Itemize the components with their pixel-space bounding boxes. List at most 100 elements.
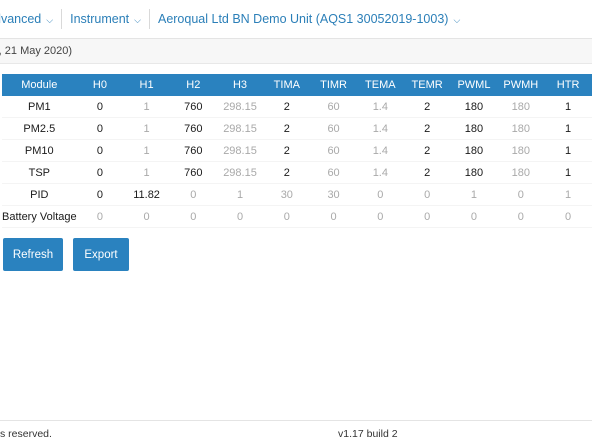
table-cell: 1 [123,117,170,140]
table-cell: 180 [450,96,498,118]
table-cell: 1.4 [356,161,404,184]
table-cell: 2 [403,139,451,162]
table-cell: 60 [310,117,357,140]
copyright-text: s reserved. [0,428,52,440]
table-cell: 60 [310,96,357,118]
table-cell: 60 [310,139,357,162]
nav-unit-selector[interactable]: Aeroqual Ltd BN Demo Unit (AQS1 30052019… [150,9,468,29]
date-bar: y, 21 May 2020) [0,39,592,64]
table-cell: 1 [123,139,170,162]
column-header: H1 [123,74,170,96]
table-cell: 0 [76,161,124,184]
table-cell: 760 [169,139,217,162]
table-cell: 760 [169,117,217,140]
nav-advanced-label: dvanced [0,12,42,26]
table-cell: 2 [403,117,451,140]
table-cell: 1 [544,96,592,118]
table-cell: 298.15 [216,139,264,162]
chevron-down-icon: ⌵ [46,14,54,25]
refresh-button[interactable]: Refresh [3,238,63,271]
module-name-cell: PID [2,183,77,206]
table-cell: 760 [169,96,217,118]
table-cell: 0 [76,96,124,118]
column-header: H0 [76,74,124,96]
table-cell: 1 [123,161,170,184]
table-cell: 1 [123,96,170,118]
table-cell: 0 [310,205,357,228]
column-header: TIMA [263,74,311,96]
table-cell: 1 [544,139,592,162]
table-cell: 11.82 [123,183,170,206]
module-name-cell: TSP [2,161,77,184]
table-cell: 298.15 [216,96,264,118]
table-cell: 2 [263,139,311,162]
table-cell: 0 [263,205,311,228]
table-cell: 2 [263,96,311,118]
table-cell: 298.15 [216,161,264,184]
table-cell: 0 [76,117,124,140]
version-text: v1.17 build 2 [338,428,398,440]
nav-instrument-label: Instrument [70,12,130,26]
table-cell: 180 [497,139,545,162]
table-cell: 0 [216,205,264,228]
table-cell: 0 [76,139,124,162]
table-cell: 1 [544,161,592,184]
table-cell: 760 [169,161,217,184]
table-cell: 1.4 [356,117,404,140]
column-header: H2 [169,74,217,96]
column-header: TEMR [403,74,451,96]
table-cell: 1.4 [356,139,404,162]
nav-advanced-menu[interactable]: dvanced ⌵ [0,9,63,29]
table-header-row: Module H0 H1 H2 H3 TIMA TIMR TEMA TEMR PWML PWMH HT… [2,74,592,96]
table-row: PM1 0 1 760 298.15 2 60 1.4 2 180 180 1 [2,96,592,118]
table-cell: 60 [310,161,357,184]
module-name-cell: Battery Voltage [2,205,77,228]
column-header: Module [2,74,77,96]
table-row: PM2.5 0 1 760 298.15 2 60 1.4 2 180 180 1 [2,117,592,140]
table-cell: 180 [497,96,545,118]
table-row: Battery Voltage 0 0 0 0 0 0 0 0 0 0 0 [2,205,592,228]
top-navigation: dvanced ⌵ Instrument ⌵ Aeroqual Ltd BN D… [0,0,592,39]
column-header: TIMR [310,74,357,96]
table-cell: 1 [216,183,264,206]
table-body: PM1 0 1 760 298.15 2 60 1.4 2 180 180 1 PM2.5 0 1 760 29… [2,96,592,228]
table-row: PID 0 11.82 0 1 30 30 0 0 1 0 1 [2,183,592,206]
table-cell: 0 [403,183,451,206]
table-cell: 30 [263,183,311,206]
table-cell: 180 [497,161,545,184]
nav-instrument-menu[interactable]: Instrument ⌵ [62,9,150,29]
table-cell: 180 [450,117,498,140]
column-header: PWMH [497,74,545,96]
table-cell: 0 [497,183,545,206]
table-cell: 0 [169,183,217,206]
export-button[interactable]: Export [73,238,129,271]
table-cell: 0 [497,205,545,228]
table-cell: 180 [450,139,498,162]
column-header: TEMA [356,74,404,96]
table-cell: 0 [76,183,124,206]
table-cell: 0 [356,183,404,206]
table-cell: 0 [356,205,404,228]
table-cell: 1 [544,117,592,140]
table-cell: 1.4 [356,96,404,118]
column-header: HTR [544,74,592,96]
table-cell: 0 [544,205,592,228]
module-name-cell: PM2.5 [2,117,77,140]
table-cell: 2 [263,161,311,184]
column-header: PWML [450,74,498,96]
date-text: y, 21 May 2020) [0,45,73,57]
table-cell: 298.15 [216,117,264,140]
table-cell: 2 [403,96,451,118]
table-row: TSP 0 1 760 298.15 2 60 1.4 2 180 180 1 [2,161,592,184]
table-cell: 1 [450,183,498,206]
table-cell: 0 [450,205,498,228]
table-cell: 0 [76,205,124,228]
table-cell: 180 [497,117,545,140]
table-cell: 2 [263,117,311,140]
nav-unit-label: Aeroqual Ltd BN Demo Unit (AQS1 30052019… [157,12,449,26]
module-name-cell: PM10 [2,139,77,162]
table-cell: 0 [403,205,451,228]
table-cell: 0 [169,205,217,228]
table-cell: 0 [123,205,170,228]
chevron-down-icon: ⌵ [134,14,141,25]
